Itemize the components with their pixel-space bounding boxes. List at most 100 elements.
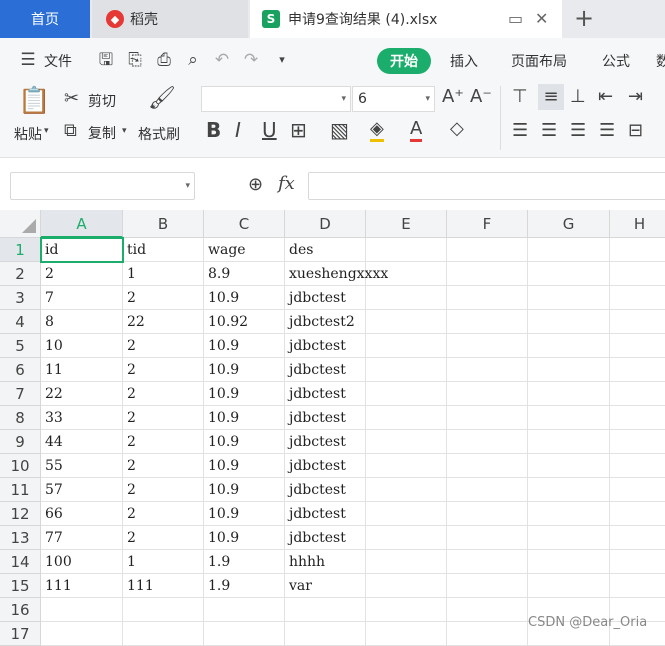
cell-b7[interactable]: 2	[123, 382, 204, 406]
window-icon[interactable]: ▭	[508, 9, 523, 28]
cell-g4[interactable]	[528, 310, 610, 334]
cell-a11[interactable]: 57	[41, 478, 123, 502]
align-right-icon[interactable]: ☰	[570, 120, 586, 141]
cell-a16[interactable]	[41, 598, 123, 622]
cell-c9[interactable]: 10.9	[204, 430, 285, 454]
cell-d13[interactable]: jdbctest	[285, 526, 366, 550]
cell-a5[interactable]: 10	[41, 334, 123, 358]
paste-dropdown-icon[interactable]: ▾	[44, 126, 49, 136]
cell-f1[interactable]	[447, 238, 528, 262]
increase-font-icon[interactable]: A⁺	[442, 86, 464, 107]
cell-b14[interactable]: 1	[123, 550, 204, 574]
cell-b13[interactable]: 2	[123, 526, 204, 550]
cell-g10[interactable]	[528, 454, 610, 478]
fill-color-icon[interactable]: ◈	[370, 118, 384, 142]
cell-f5[interactable]	[447, 334, 528, 358]
cell-c10[interactable]: 10.9	[204, 454, 285, 478]
cell-h6[interactable]	[610, 358, 665, 382]
align-center-icon[interactable]: ☰	[541, 120, 557, 141]
fill-pattern-icon[interactable]: ▧	[330, 118, 349, 142]
formula-input[interactable]	[308, 172, 665, 200]
cell-c16[interactable]	[204, 598, 285, 622]
cell-d5[interactable]: jdbctest	[285, 334, 366, 358]
print-icon[interactable]: ⎙	[154, 50, 174, 70]
format-painter-button[interactable]: 格式刷	[138, 124, 180, 144]
cell-c2[interactable]: 8.9	[204, 262, 285, 286]
cell-c11[interactable]: 10.9	[204, 478, 285, 502]
cell-f3[interactable]	[447, 286, 528, 310]
cell-b3[interactable]: 2	[123, 286, 204, 310]
column-header-c[interactable]: C	[204, 210, 285, 238]
row-header-2[interactable]: 2	[0, 262, 41, 286]
cell-g5[interactable]	[528, 334, 610, 358]
cell-c7[interactable]: 10.9	[204, 382, 285, 406]
cell-f7[interactable]	[447, 382, 528, 406]
print-preview-icon[interactable]: ⌕	[183, 50, 203, 70]
cell-h8[interactable]	[610, 406, 665, 430]
cell-e1[interactable]	[366, 238, 447, 262]
cell-a10[interactable]: 55	[41, 454, 123, 478]
cell-f16[interactable]	[447, 598, 528, 622]
name-box[interactable]: ▾	[10, 172, 195, 200]
cell-a13[interactable]: 77	[41, 526, 123, 550]
cell-g15[interactable]	[528, 574, 610, 598]
cell-b2[interactable]: 1	[123, 262, 204, 286]
cell-d11[interactable]: jdbctest	[285, 478, 366, 502]
format-painter-icon[interactable]: 🖌	[148, 86, 176, 111]
cell-h9[interactable]	[610, 430, 665, 454]
cell-c3[interactable]: 10.9	[204, 286, 285, 310]
cell-b12[interactable]: 2	[123, 502, 204, 526]
cell-f10[interactable]	[447, 454, 528, 478]
cell-b17[interactable]	[123, 622, 204, 646]
paste-icon[interactable]: 📋	[18, 86, 50, 118]
cell-g1[interactable]	[528, 238, 610, 262]
menu-file[interactable]: 文件	[44, 51, 72, 71]
cell-d17[interactable]	[285, 622, 366, 646]
cell-a8[interactable]: 33	[41, 406, 123, 430]
column-header-b[interactable]: B	[123, 210, 204, 238]
cell-a6[interactable]: 11	[41, 358, 123, 382]
hamburger-icon[interactable]: ☰	[18, 50, 38, 70]
cell-b10[interactable]: 2	[123, 454, 204, 478]
cell-f14[interactable]	[447, 550, 528, 574]
cell-h3[interactable]	[610, 286, 665, 310]
cell-d3[interactable]: jdbctest	[285, 286, 366, 310]
font-dropdown-icon[interactable]: ▾	[341, 87, 346, 111]
row-header-7[interactable]: 7	[0, 382, 41, 406]
menu-overflow[interactable]: 数	[656, 51, 665, 71]
row-header-10[interactable]: 10	[0, 454, 41, 478]
cell-f13[interactable]	[447, 526, 528, 550]
align-bottom-icon[interactable]: ⊥	[570, 86, 586, 107]
tab-daoke[interactable]: ◆ 稻壳	[92, 0, 248, 38]
cell-e7[interactable]	[366, 382, 447, 406]
cell-d8[interactable]: jdbctest	[285, 406, 366, 430]
cell-b8[interactable]: 2	[123, 406, 204, 430]
paste-button[interactable]: 粘贴	[14, 124, 42, 144]
copy-button[interactable]: 复制	[88, 123, 116, 143]
row-header-11[interactable]: 11	[0, 478, 41, 502]
align-left-icon[interactable]: ☰	[512, 120, 528, 141]
row-header-13[interactable]: 13	[0, 526, 41, 550]
menu-page-layout[interactable]: 页面布局	[511, 51, 567, 71]
row-header-15[interactable]: 15	[0, 574, 41, 598]
cell-b15[interactable]: 111	[123, 574, 204, 598]
menu-formula[interactable]: 公式	[602, 51, 630, 71]
cell-d15[interactable]: var	[285, 574, 366, 598]
distribute-icon[interactable]: ⊟	[628, 120, 643, 141]
row-header-4[interactable]: 4	[0, 310, 41, 334]
cell-h10[interactable]	[610, 454, 665, 478]
cell-e5[interactable]	[366, 334, 447, 358]
cell-h4[interactable]	[610, 310, 665, 334]
cell-a9[interactable]: 44	[41, 430, 123, 454]
cell-a15[interactable]: 111	[41, 574, 123, 598]
cell-c4[interactable]: 10.92	[204, 310, 285, 334]
cell-e8[interactable]	[366, 406, 447, 430]
cell-h12[interactable]	[610, 502, 665, 526]
cell-d10[interactable]: jdbctest	[285, 454, 366, 478]
cell-a2[interactable]: 2	[41, 262, 123, 286]
font-color-icon[interactable]: A	[410, 118, 423, 142]
cell-g8[interactable]	[528, 406, 610, 430]
menu-insert[interactable]: 插入	[450, 51, 478, 71]
cell-c12[interactable]: 10.9	[204, 502, 285, 526]
cell-e6[interactable]	[366, 358, 447, 382]
